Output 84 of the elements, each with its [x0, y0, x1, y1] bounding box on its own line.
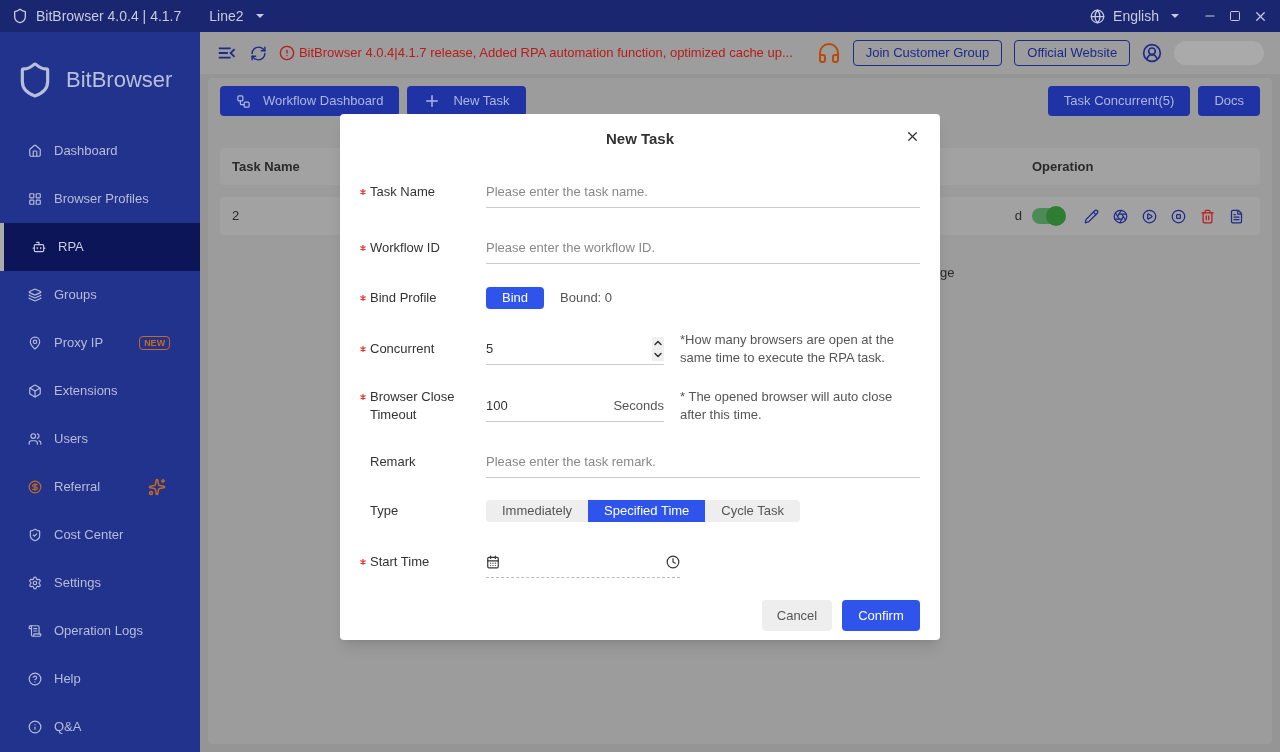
- field-hint: *How many browsers are open at the same time to execute the RPA task.: [680, 331, 895, 367]
- pagination-text: ge: [940, 264, 956, 282]
- map-pin-icon: [28, 336, 42, 350]
- field-label: Browser Close Timeout: [370, 388, 456, 424]
- sidebar-item[interactable]: Referral: [0, 463, 200, 511]
- sidebar-item[interactable]: Browser Profiles: [0, 175, 200, 223]
- field-label: Type: [370, 502, 400, 520]
- users-icon: [28, 432, 42, 446]
- close-icon[interactable]: [905, 129, 920, 144]
- caret-icon: [255, 14, 264, 18]
- field-label: Task Name: [370, 183, 437, 201]
- text-input[interactable]: Please enter the task name.: [486, 176, 920, 208]
- brand-name: BitBrowser: [66, 66, 173, 94]
- sidebar-item[interactable]: Help: [0, 655, 200, 703]
- dialog-title: New Task: [605, 128, 675, 149]
- number-input[interactable]: 5: [486, 333, 664, 365]
- workflow-icon: [236, 93, 251, 109]
- sidebar-item[interactable]: Settings: [0, 559, 200, 607]
- action-button[interactable]: Workflow Dashboard: [220, 86, 400, 116]
- action-button[interactable]: Task Concurrent(5): [1047, 86, 1191, 116]
- table-cell-text: d: [1013, 207, 1023, 226]
- sidebar-item[interactable]: Users: [0, 415, 200, 463]
- sidebar-item[interactable]: Extensions: [0, 367, 200, 415]
- edit-icon[interactable]: [1084, 208, 1099, 224]
- field-label: Concurrent: [370, 340, 436, 358]
- aperture-icon[interactable]: [1113, 208, 1128, 224]
- sidebar-item[interactable]: Dashboard: [0, 127, 200, 175]
- sidebar-item[interactable]: Proxy IP NEW: [0, 319, 200, 367]
- house-icon: [28, 144, 42, 158]
- refresh-icon[interactable]: [249, 44, 267, 62]
- clock-icon: [666, 554, 680, 569]
- text-input[interactable]: Please enter the task remark.: [486, 446, 920, 478]
- action-button[interactable]: New Task: [407, 86, 526, 116]
- globe-icon: [1090, 8, 1106, 24]
- new-badge: NEW: [139, 336, 171, 350]
- maximize-icon[interactable]: [1229, 10, 1241, 22]
- sidebar-item[interactable]: Operation Logs: [0, 607, 200, 655]
- coin-icon: [28, 480, 42, 494]
- grid-icon: [28, 192, 42, 206]
- robot-icon: [32, 240, 46, 254]
- type-option[interactable]: Cycle Task: [705, 500, 800, 522]
- toggle-switch[interactable]: [1032, 208, 1064, 224]
- caret-icon: [1171, 14, 1179, 18]
- cube-icon: [28, 384, 42, 398]
- type-option[interactable]: Specified Time: [588, 500, 706, 522]
- stop-icon[interactable]: [1171, 208, 1186, 224]
- field-hint: * The opened browser will auto close after this time.: [680, 388, 894, 424]
- confirm-button[interactable]: Confirm: [842, 600, 920, 631]
- bind-button[interactable]: Bind: [486, 287, 545, 309]
- sidebar-item[interactable]: RPA: [0, 223, 200, 271]
- shield-icon: [28, 528, 42, 542]
- document-icon: [28, 624, 42, 638]
- help-icon: [28, 672, 42, 686]
- language-selector[interactable]: English: [1113, 5, 1179, 27]
- calendar-icon: [486, 554, 500, 569]
- timeout-input[interactable]: 100 Seconds: [486, 390, 664, 422]
- sidebar-item[interactable]: Q&A: [0, 703, 200, 751]
- app-title: BitBrowser 4.0.4 | 4.1.7: [36, 6, 182, 26]
- play-icon[interactable]: [1142, 208, 1157, 224]
- info-icon: [28, 720, 42, 734]
- layers-icon: [28, 288, 42, 302]
- sidebar-item[interactable]: Cost Center: [0, 511, 200, 559]
- action-button[interactable]: Docs: [1198, 86, 1260, 116]
- logo-icon: [12, 8, 28, 24]
- field-label: Bind Profile: [370, 289, 438, 307]
- outline-button[interactable]: Join Customer Group: [852, 40, 1003, 66]
- outline-button[interactable]: Official Website: [1014, 40, 1131, 66]
- cancel-button[interactable]: Cancel: [762, 600, 832, 631]
- settings-icon: [28, 576, 42, 590]
- field-label: Workflow ID: [370, 239, 441, 257]
- type-option[interactable]: Immediately: [486, 500, 589, 522]
- spinner-icon[interactable]: [652, 336, 664, 361]
- delete-icon[interactable]: [1200, 208, 1215, 224]
- line-selector[interactable]: Line2: [209, 5, 264, 27]
- field-label: Remark: [370, 453, 417, 471]
- table-cell-text: 2: [232, 207, 241, 226]
- file-icon[interactable]: [1229, 208, 1244, 224]
- avatar-icon[interactable]: [1142, 43, 1163, 63]
- bound-count: Bound: 0: [560, 289, 613, 308]
- sidebar-item[interactable]: Groups: [0, 271, 200, 319]
- alert-icon: [278, 45, 295, 61]
- sparkle-icon: [148, 478, 167, 496]
- text-input[interactable]: Please enter the workflow ID.: [486, 232, 920, 264]
- field-label: Start Time: [370, 553, 431, 571]
